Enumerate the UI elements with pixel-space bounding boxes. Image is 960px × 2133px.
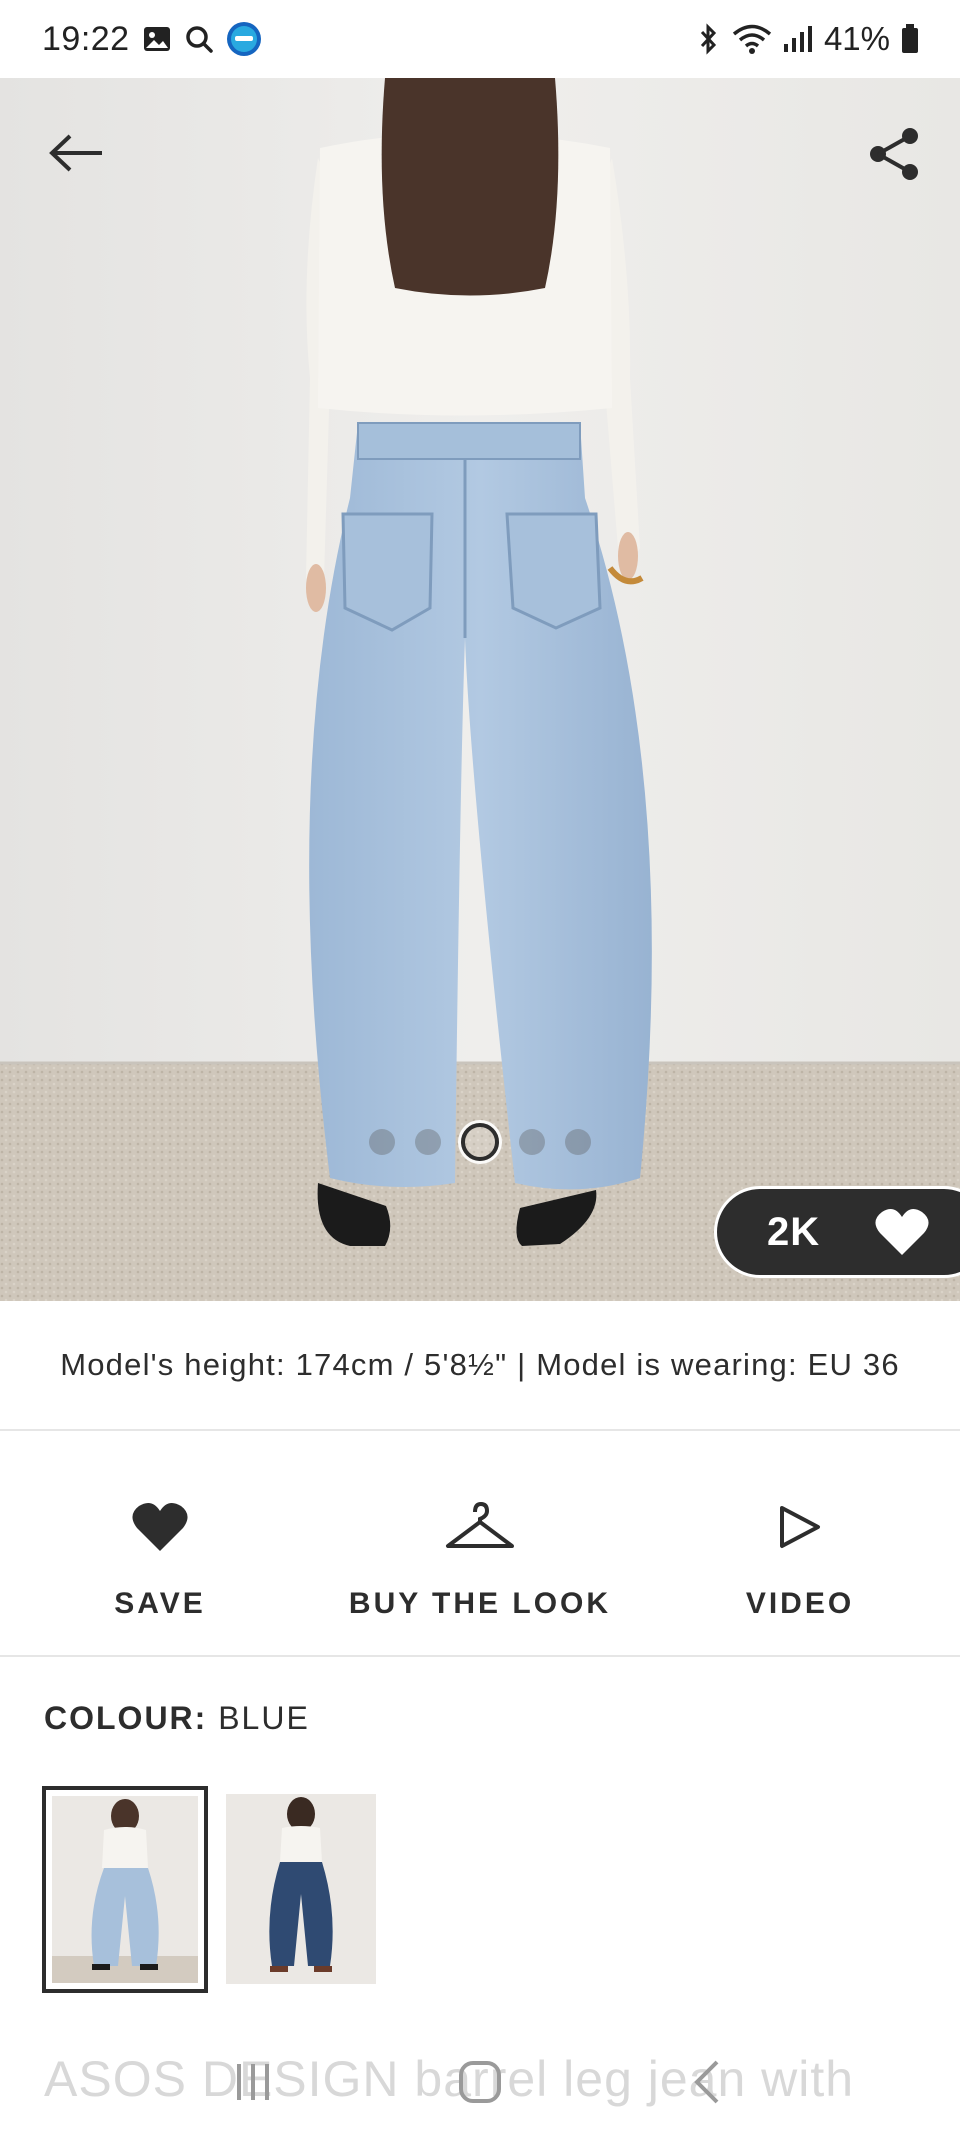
save-button[interactable]: SAVE: [60, 1431, 260, 1657]
carousel-dot[interactable]: [369, 1129, 395, 1155]
swatch-light-blue-image: [52, 1796, 198, 1983]
signal-icon: [782, 24, 814, 54]
heart-icon: [131, 1487, 189, 1567]
colour-swatches: [42, 1786, 376, 1993]
recent-apps-button[interactable]: [213, 2047, 293, 2117]
recent-apps-icon: [237, 2063, 270, 2100]
play-icon: [778, 1487, 822, 1567]
carousel-dot[interactable]: [565, 1129, 591, 1155]
colour-label: COLOUR:: [44, 1700, 208, 1736]
gallery-icon: [142, 24, 172, 54]
back-button[interactable]: [46, 128, 106, 178]
hanger-icon: [445, 1487, 515, 1567]
back-nav-button[interactable]: [667, 2047, 747, 2117]
chevron-left-icon: [693, 2060, 719, 2103]
status-left: 19:22: [42, 20, 262, 59]
action-row: SAVE BUY THE LOOK VIDEO: [0, 1431, 960, 1657]
model-info: Model's height: 174cm / 5'8½" | Model is…: [0, 1301, 960, 1431]
home-button[interactable]: [440, 2047, 520, 2117]
search-icon: [184, 24, 214, 54]
status-right: 41%: [694, 20, 920, 58]
likes-count: 2K: [767, 1209, 821, 1254]
buy-the-look-button[interactable]: BUY THE LOOK: [330, 1431, 630, 1657]
status-time: 19:22: [42, 19, 130, 58]
save-label: SAVE: [114, 1587, 206, 1620]
swatch-dark-blue-image: [226, 1794, 376, 1984]
model-info-text: Model's height: 174cm / 5'8½" | Model is…: [60, 1347, 900, 1382]
buy-the-look-label: BUY THE LOOK: [348, 1587, 612, 1620]
share-button[interactable]: [864, 124, 924, 184]
battery-icon: [900, 23, 920, 55]
app-icon: [226, 21, 262, 57]
carousel-indicator: [0, 1123, 960, 1161]
carousel-dot-active[interactable]: [461, 1123, 499, 1161]
swatch-dark-blue[interactable]: [226, 1794, 376, 1984]
product-photo: [0, 78, 960, 1301]
heart-icon: [875, 1208, 929, 1255]
colour-value: BLUE: [218, 1700, 310, 1736]
carousel-dot[interactable]: [415, 1129, 441, 1155]
video-button[interactable]: VIDEO: [700, 1431, 900, 1657]
home-icon: [458, 2060, 501, 2103]
product-image-carousel[interactable]: 2K: [0, 78, 960, 1301]
system-nav-bar: [0, 2030, 960, 2133]
carousel-dot[interactable]: [519, 1129, 545, 1155]
likes-button[interactable]: 2K: [714, 1186, 960, 1278]
video-label: VIDEO: [745, 1587, 855, 1620]
share-icon: [870, 128, 918, 180]
swatch-light-blue[interactable]: [42, 1786, 208, 1993]
colour-heading: COLOUR: BLUE: [44, 1700, 310, 1737]
arrow-left-icon: [49, 134, 102, 172]
bluetooth-icon: [694, 23, 722, 55]
wifi-icon: [732, 23, 772, 55]
status-bar: 19:22 41%: [0, 0, 960, 78]
battery-percent: 41%: [823, 20, 890, 57]
